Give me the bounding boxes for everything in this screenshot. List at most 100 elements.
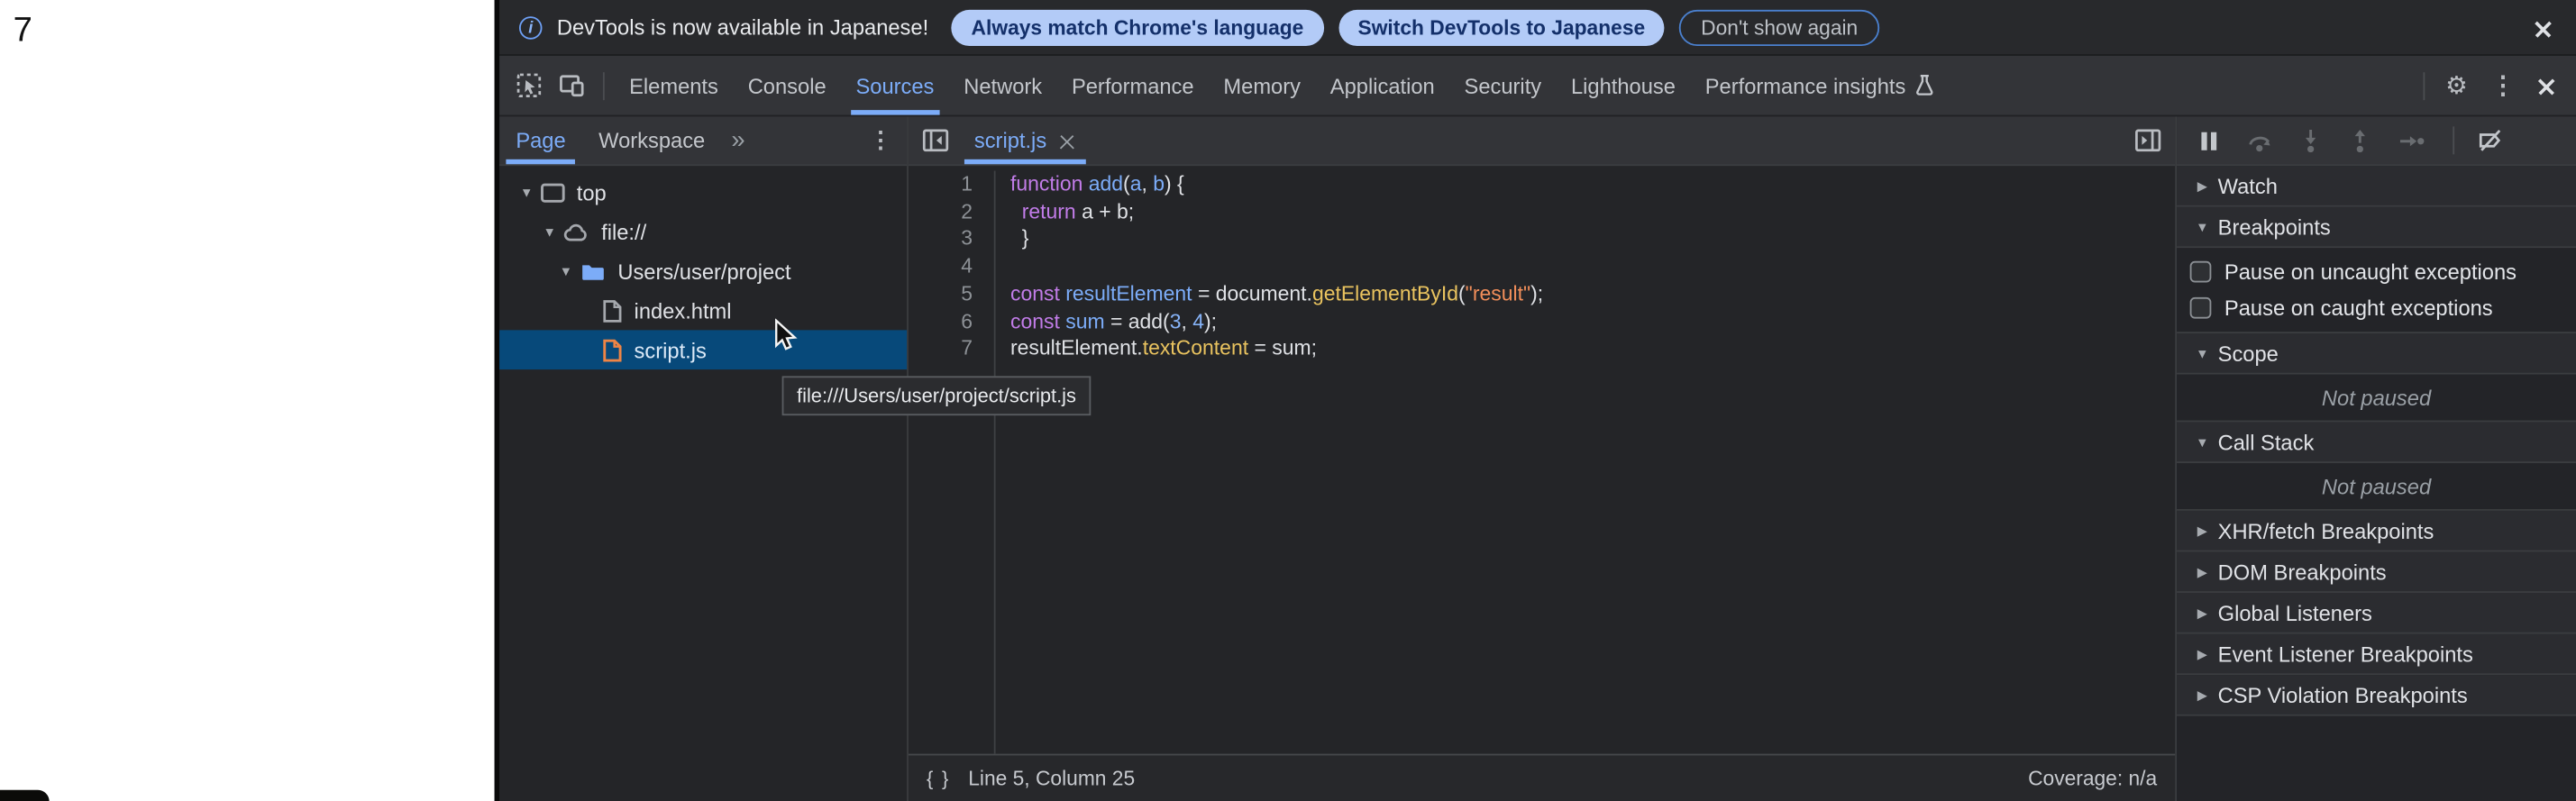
breakpoints-content: Pause on uncaught exceptions Pause on ca… xyxy=(2177,248,2576,333)
line-number[interactable]: 1 xyxy=(909,171,973,198)
tree-item-top[interactable]: ▼ top xyxy=(499,172,907,212)
tab-console[interactable]: Console xyxy=(733,56,841,115)
call-stack-content: Not paused xyxy=(2177,463,2576,511)
step-icon xyxy=(2398,131,2425,150)
tree-item-file-protocol[interactable]: ▼ file:// xyxy=(499,212,907,251)
section-watch[interactable]: ▶ Watch xyxy=(2177,166,2576,207)
tree-item-project-folder[interactable]: ▼ Users/user/project xyxy=(499,251,907,291)
coverage-label: Coverage: n/a xyxy=(2028,767,2157,790)
code-line: const resultElement = document.getElemen… xyxy=(1010,280,2175,307)
toggle-debugger-sidebar-icon[interactable] xyxy=(2134,128,2162,152)
section-csp-violation-breakpoints[interactable]: ▶ CSP Violation Breakpoints xyxy=(2177,675,2576,716)
page-content-number: 7 xyxy=(14,12,32,51)
tab-memory[interactable]: Memory xyxy=(1209,56,1315,115)
expand-arrow-icon[interactable]: ▼ xyxy=(539,224,561,239)
pause-uncaught-exceptions-row[interactable]: Pause on uncaught exceptions xyxy=(2177,253,2576,289)
devtools-toolbar: Elements Console Sources Network Perform… xyxy=(499,56,2576,116)
settings-gear-icon[interactable]: ⚙ xyxy=(2445,73,2468,97)
inspect-element-icon[interactable] xyxy=(516,72,542,98)
line-number[interactable]: 2 xyxy=(909,198,973,225)
line-number-gutter: 1234567 xyxy=(909,171,994,753)
tree-item-script-js[interactable]: script.js xyxy=(499,330,907,369)
line-number[interactable]: 3 xyxy=(909,225,973,252)
expand-arrow-icon[interactable]: ▼ xyxy=(516,185,537,199)
call-stack-not-paused-label: Not paused xyxy=(2177,463,2576,509)
pause-script-icon[interactable] xyxy=(2198,129,2220,152)
tab-sources[interactable]: Sources xyxy=(841,56,949,115)
collapse-arrow-icon[interactable]: ▶ xyxy=(2191,687,2213,702)
cloud-icon xyxy=(563,221,589,242)
collapse-arrow-icon[interactable]: ▼ xyxy=(2191,346,2213,360)
dont-show-again-button[interactable]: Don't show again xyxy=(1679,9,1878,45)
checkbox-unchecked[interactable] xyxy=(2190,260,2212,282)
devtools-close-icon[interactable] xyxy=(2534,72,2560,98)
toolbar-separator-right xyxy=(2423,71,2425,99)
editor-statusbar: { } Line 5, Column 25 Coverage: n/a xyxy=(909,753,2175,801)
info-icon: i xyxy=(519,15,543,39)
section-scope[interactable]: ▼ Scope xyxy=(2177,333,2576,375)
section-breakpoints[interactable]: ▼ Breakpoints xyxy=(2177,207,2576,249)
tab-performance-insights[interactable]: Performance insights xyxy=(1690,56,1950,115)
match-chrome-language-button[interactable]: Always match Chrome's language xyxy=(952,9,1324,45)
sources-panel: Page Workspace » ⋮ ▼ top ▼ xyxy=(499,116,2576,800)
language-infobar: i DevTools is now available in Japanese!… xyxy=(499,0,2576,56)
debugger-toolbar xyxy=(2177,116,2576,166)
collapse-arrow-icon[interactable]: ▼ xyxy=(2191,434,2213,449)
more-tabs-icon[interactable]: » xyxy=(721,126,754,154)
tab-workspace[interactable]: Workspace xyxy=(582,116,722,164)
line-number[interactable]: 6 xyxy=(909,308,973,335)
pause-caught-exceptions-row[interactable]: Pause on caught exceptions xyxy=(2177,289,2576,325)
tab-network[interactable]: Network xyxy=(949,56,1057,115)
collapse-arrow-icon[interactable]: ▼ xyxy=(2191,219,2213,233)
frame-icon xyxy=(541,181,565,203)
tab-security[interactable]: Security xyxy=(1449,56,1556,115)
tab-application[interactable]: Application xyxy=(1315,56,1449,115)
toggle-navigator-icon[interactable] xyxy=(922,128,950,152)
tab-close-icon[interactable] xyxy=(1058,132,1076,150)
section-dom-breakpoints[interactable]: ▶ DOM Breakpoints xyxy=(2177,551,2576,593)
experiment-flask-icon xyxy=(1914,74,1935,97)
editor-tabstrip: script.js xyxy=(909,116,2175,166)
code-line: } xyxy=(1010,225,2175,252)
switch-to-japanese-button[interactable]: Switch DevTools to Japanese xyxy=(1338,9,1665,45)
line-number[interactable]: 7 xyxy=(909,335,973,362)
line-number[interactable]: 5 xyxy=(909,280,973,307)
collapse-arrow-icon[interactable]: ▶ xyxy=(2191,523,2213,538)
section-event-listener-breakpoints[interactable]: ▶ Event Listener Breakpoints xyxy=(2177,634,2576,676)
pretty-print-icon[interactable]: { } xyxy=(927,767,950,790)
section-xhr-fetch-breakpoints[interactable]: ▶ XHR/fetch Breakpoints xyxy=(2177,511,2576,552)
code-line xyxy=(1010,253,2175,280)
code-editor[interactable]: 1234567 function add(a, b) { return a + … xyxy=(909,166,2175,753)
section-global-listeners[interactable]: ▶ Global Listeners xyxy=(2177,593,2576,634)
tab-lighthouse[interactable]: Lighthouse xyxy=(1557,56,1691,115)
code-line: const sum = add(3, 4); xyxy=(1010,308,2175,335)
collapse-arrow-icon[interactable]: ▶ xyxy=(2191,564,2213,578)
navigator-menu-kebab-icon[interactable]: ⋮ xyxy=(854,126,907,154)
editor-tab-script-js[interactable]: script.js xyxy=(958,116,1093,164)
infobar-message: DevTools is now available in Japanese! xyxy=(557,14,928,39)
expand-arrow-icon[interactable]: ▼ xyxy=(555,264,577,278)
checkbox-unchecked[interactable] xyxy=(2190,296,2212,318)
code-line: return a + b; xyxy=(1010,198,2175,225)
line-number[interactable]: 4 xyxy=(909,253,973,280)
infobar-close-icon[interactable] xyxy=(2530,14,2556,40)
js-file-icon xyxy=(601,338,623,362)
section-call-stack[interactable]: ▼ Call Stack xyxy=(2177,422,2576,463)
file-tree: ▼ top ▼ file:// ▼ xyxy=(499,166,907,801)
editor-pane: script.js 1234567 function add(a, b) { r… xyxy=(909,116,2175,800)
deactivate-breakpoints-icon[interactable] xyxy=(2478,128,2504,152)
device-toolbar-icon[interactable] xyxy=(559,72,585,98)
debugger-toolbar-separator xyxy=(2453,126,2454,154)
collapse-arrow-icon[interactable]: ▶ xyxy=(2191,646,2213,660)
more-options-kebab-icon[interactable]: ⋮ xyxy=(2490,73,2515,97)
scope-content: Not paused xyxy=(2177,375,2576,423)
collapse-arrow-icon[interactable]: ▶ xyxy=(2191,605,2213,620)
tree-item-index-html[interactable]: index.html xyxy=(499,291,907,331)
tab-elements[interactable]: Elements xyxy=(615,56,734,115)
code-line: resultElement.textContent = sum; xyxy=(1010,335,2175,362)
tab-page[interactable]: Page xyxy=(499,116,582,164)
collapse-arrow-icon[interactable]: ▶ xyxy=(2191,178,2213,193)
tab-performance[interactable]: Performance xyxy=(1057,56,1209,115)
code-content: function add(a, b) { return a + b; } con… xyxy=(994,171,2176,753)
step-into-icon xyxy=(2300,128,2322,152)
